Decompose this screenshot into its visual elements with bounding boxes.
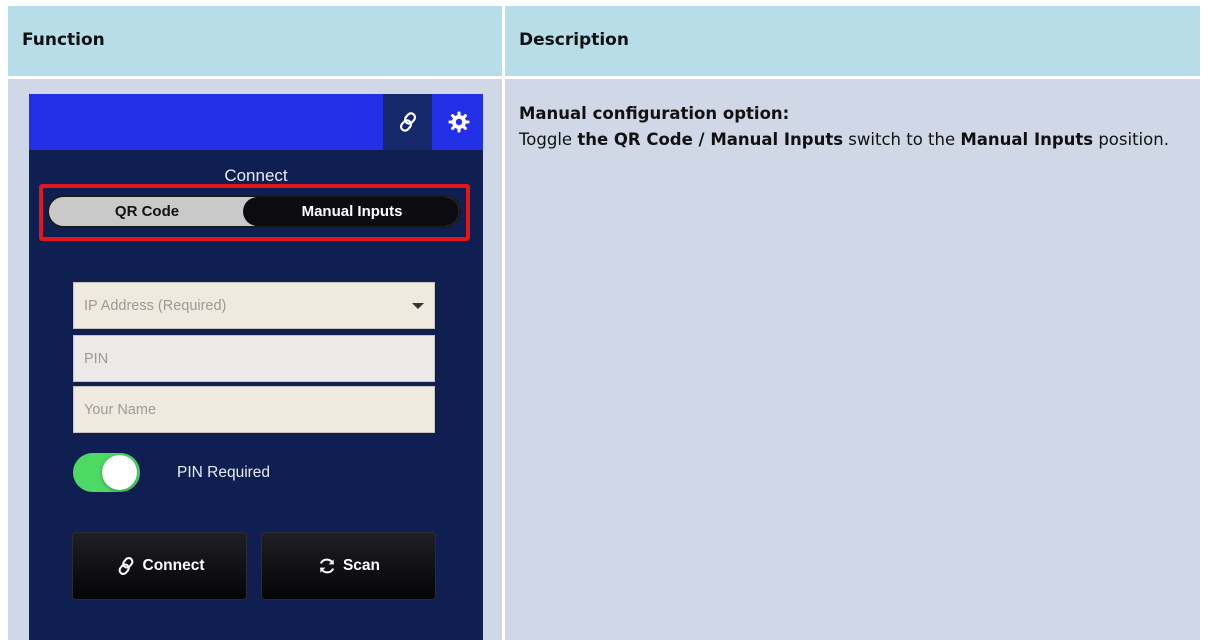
pin-placeholder: PIN <box>84 350 109 367</box>
table-header-description: Description <box>505 6 1200 76</box>
settings-button[interactable] <box>434 94 483 150</box>
desc-part-4: Manual Inputs <box>960 130 1094 149</box>
pin-required-toggle[interactable] <box>73 453 140 492</box>
connect-title: Connect <box>224 166 288 185</box>
desc-part-2: the QR Code / Manual Inputs <box>577 130 844 149</box>
connect-button-label: Connect <box>142 557 205 574</box>
red-highlight-box <box>39 184 470 241</box>
scan-button[interactable]: Scan <box>261 532 436 600</box>
link-button[interactable] <box>383 94 432 150</box>
ip-address-field[interactable]: IP Address (Required) <box>73 282 435 329</box>
description-heading: Manual configuration option: <box>519 104 790 123</box>
your-name-placeholder: Your Name <box>84 401 157 418</box>
your-name-field[interactable]: Your Name <box>73 386 435 433</box>
pin-field[interactable]: PIN <box>73 335 435 382</box>
description-cell: Manual configuration option: Toggle the Q… <box>505 79 1200 640</box>
desc-part-3: switch to the <box>843 130 961 149</box>
link-icon <box>115 555 137 577</box>
link-icon <box>396 110 420 134</box>
toggle-knob <box>102 455 137 490</box>
app-topbar <box>29 94 483 150</box>
gear-icon <box>447 110 471 134</box>
refresh-icon <box>317 556 337 576</box>
scan-button-label: Scan <box>342 557 381 574</box>
table-header-function: Function <box>8 6 502 76</box>
desc-part-1: Toggle <box>519 130 578 149</box>
connect-button[interactable]: Connect <box>72 532 247 600</box>
desc-part-5: position. <box>1093 130 1169 149</box>
header-label-function: Function <box>22 30 105 50</box>
header-label-description: Description <box>519 30 629 50</box>
ip-address-placeholder: IP Address (Required) <box>84 297 227 314</box>
app-screenshot: Connect QR Code Manual Inputs IP Address… <box>29 94 483 640</box>
pin-required-label: PIN Required <box>177 464 271 481</box>
dropdown-caret-icon[interactable] <box>412 303 424 309</box>
description-text: Manual configuration option: Toggle the Q… <box>519 101 1179 153</box>
